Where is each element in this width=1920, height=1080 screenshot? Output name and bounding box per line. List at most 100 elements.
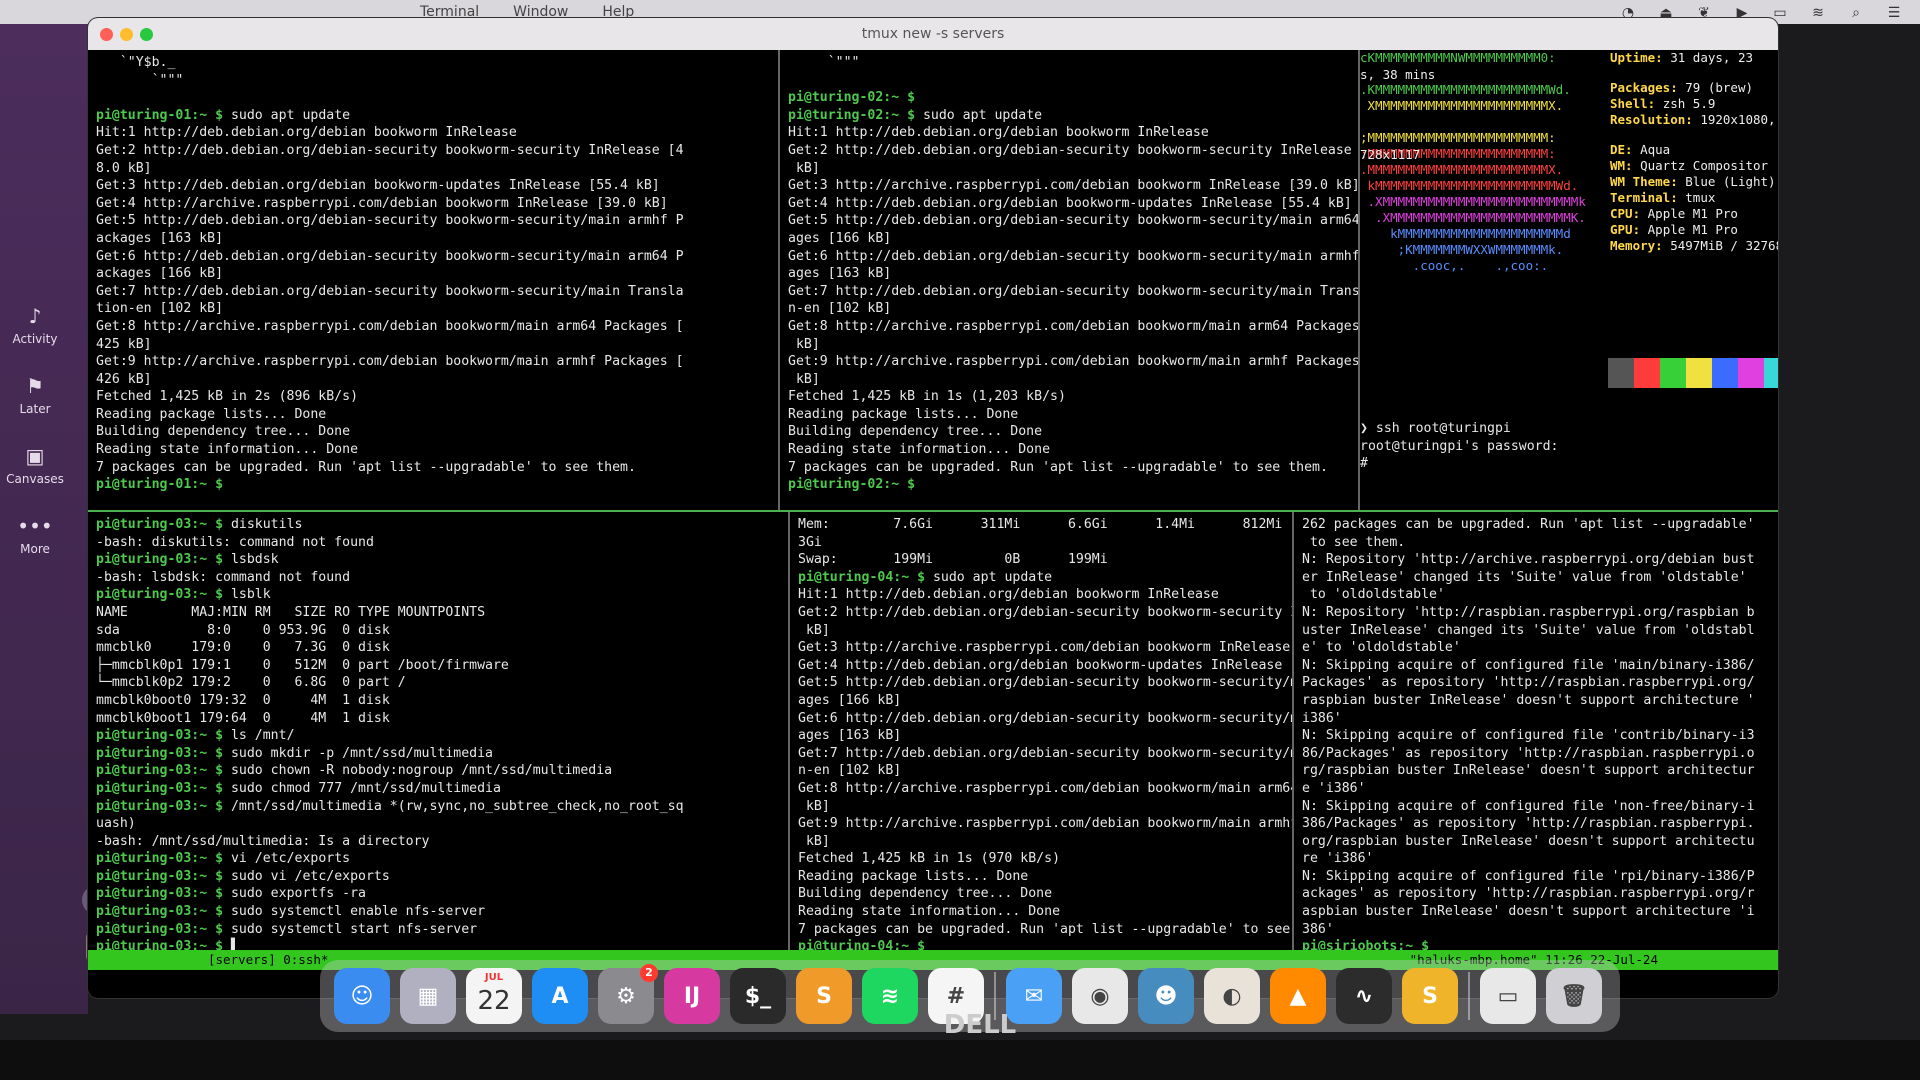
trash-icon: 🗑 bbox=[1560, 983, 1588, 1009]
dock-sublime-text[interactable]: S bbox=[796, 968, 852, 1024]
shell-prompt: pi@turing-02:~ $ bbox=[788, 107, 916, 123]
terminal-line: 8.0 kB] bbox=[96, 160, 152, 176]
terminal-line: pi@turing-03:~ $ sudo systemctl enable n… bbox=[96, 904, 486, 920]
shell-prompt: pi@turing-03:~ $ bbox=[96, 517, 224, 532]
terminal-line: Fetched 1,425 kB in 1s (1,203 kB/s) bbox=[788, 389, 1066, 405]
play-icon[interactable]: ▶ bbox=[1734, 5, 1750, 21]
wifi-icon[interactable]: ≋ bbox=[1810, 5, 1826, 21]
pane-siriobots[interactable]: 262 packages can be upgraded. Run 'apt l… bbox=[1294, 512, 1778, 950]
terminal-line: 386/Packages' as repository 'http://rasp… bbox=[1302, 816, 1755, 832]
info-key: Terminal: bbox=[1610, 190, 1678, 205]
terminal-line: N: Skipping acquire of configured file '… bbox=[1302, 728, 1755, 744]
logo-line: .MMMMMMMMMMMMMMMMMMMMMMMMX. bbox=[1360, 162, 1564, 177]
shell-prompt: pi@turing-03:~ $ bbox=[96, 798, 224, 814]
terminal-line: 3Gi bbox=[798, 534, 822, 550]
minimize-button[interactable] bbox=[120, 28, 133, 41]
terminal-line: pi@turing-01:~ $ sudo apt update bbox=[96, 107, 351, 123]
terminal-line: pi@turing-03:~ $ sudo mkdir -p /mnt/ssd/… bbox=[96, 745, 493, 761]
terminal-line: Reading package lists... Done bbox=[788, 406, 1019, 422]
pane-turing-01[interactable]: `"Y$b._ `""" pi@turing-01:~ $ sudo apt up… bbox=[88, 50, 778, 510]
dock-folder[interactable]: ▭ bbox=[1480, 968, 1536, 1024]
sidebar-item-more[interactable]: ••• More bbox=[0, 514, 70, 556]
search-icon[interactable]: ⌕ bbox=[1848, 5, 1864, 21]
terminal-line: 7 packages can be upgraded. Run 'apt lis… bbox=[798, 921, 1292, 937]
battery-icon[interactable]: ▭ bbox=[1772, 5, 1788, 21]
info-value: 5497MiB / 32768M bbox=[1670, 238, 1778, 253]
terminal-line: pi@turing-03:~ $ sudo chown -R nobody:no… bbox=[96, 763, 613, 779]
session-window-list[interactable]: [servers] 0:ssh* bbox=[208, 950, 328, 970]
logo-line: kMMMMMMMMMMMMMMMMMMMMMMMMWd. bbox=[1360, 178, 1579, 193]
terminal-line: Get:9 http://archive.raspberrypi.com/deb… bbox=[788, 354, 1358, 370]
terminal-line: Get:5 http://deb.debian.org/debian-secur… bbox=[788, 213, 1358, 229]
terminal-line: Get:6 http://deb.debian.org/debian-secur… bbox=[96, 248, 684, 264]
dock-vlc[interactable]: ▲ bbox=[1270, 968, 1326, 1024]
terminal-line: Get:2 http://deb.debian.org/debian-secur… bbox=[788, 142, 1358, 158]
dock-launchpad[interactable]: ▦ bbox=[400, 968, 456, 1024]
dock-spotify[interactable]: ≋ bbox=[862, 968, 918, 1024]
dock-sequel-pro[interactable]: ◐ bbox=[1204, 968, 1260, 1024]
dock-activity-monitor[interactable]: ∿ bbox=[1336, 968, 1392, 1024]
sublime-text-icon: S bbox=[816, 983, 832, 1009]
sidebar-item-canvases[interactable]: ▣ Canvases bbox=[0, 444, 70, 486]
terminal-line: 386' bbox=[1302, 921, 1334, 937]
terminal-line: ❯ ssh root@turingpi bbox=[1360, 421, 1511, 436]
dock-system-settings[interactable]: ⚙ 2 bbox=[598, 964, 658, 1024]
pane-turing-02[interactable]: `""" pi@turing-02:~ $ pi@turing-02:~ $ sud… bbox=[780, 50, 1358, 510]
terminal-line: raspbian buster InRelease' doesn't suppo… bbox=[1302, 692, 1755, 708]
status-icon[interactable]: ◔ bbox=[1620, 5, 1636, 21]
upload-icon[interactable]: ⏏ bbox=[1658, 5, 1674, 21]
info-value: Quartz Compositor bbox=[1640, 158, 1769, 173]
godot-icon: ☻ bbox=[1154, 983, 1178, 1009]
terminal-line: Packages' as repository 'http://raspbian… bbox=[1302, 675, 1755, 691]
terminal-line: Get:8 http://archive.raspberrypi.com/deb… bbox=[96, 318, 684, 334]
shell-prompt: pi@turing-03:~ $ bbox=[96, 552, 224, 568]
terminal-line: -bash: /mnt/ssd/multimedia: Is a directo… bbox=[96, 833, 430, 849]
dock-app-store[interactable]: A bbox=[532, 968, 588, 1024]
pane-turing-04[interactable]: Mem: 7.6Gi 311Mi 6.6Gi 1.4Mi 812Mi 7. 3Gi… bbox=[790, 512, 1292, 950]
feather-icon[interactable]: ❦ bbox=[1696, 5, 1712, 21]
dock-sublime-merge[interactable]: S bbox=[1402, 968, 1458, 1024]
dock-finder[interactable]: ☺ bbox=[334, 968, 390, 1024]
pane-neofetch[interactable]: cKMMMMMMMMMMNWMMMMMMMMMM0: .KMMMMMMMMMMMM… bbox=[1360, 50, 1778, 510]
pane-turing-03[interactable]: pi@turing-03:~ $ diskutils -bash: diskuti… bbox=[88, 512, 788, 950]
info-row: CPU: Apple M1 Pro bbox=[1610, 206, 1778, 222]
logo-line: ;MMMMMMMMMMMMMMMMMMMMMMMM: bbox=[1360, 130, 1556, 145]
shell-prompt: pi@turing-03:~ $ bbox=[96, 763, 224, 779]
sidebar-item-activity[interactable]: ♪ Activity bbox=[0, 304, 70, 346]
color-swatch bbox=[1764, 358, 1778, 388]
terminal-line: pi@turing-03:~ $ vi /etc/exports bbox=[96, 851, 351, 867]
terminal-line: aspbian buster InRelease' doesn't suppor… bbox=[1302, 904, 1755, 920]
dock-calendar[interactable]: JUL 22 bbox=[466, 968, 522, 1024]
terminal-line: Get:9 http://archive.raspberrypi.com/deb… bbox=[96, 354, 684, 370]
info-value: tmux bbox=[1685, 190, 1716, 205]
dock-terminal[interactable]: $_ bbox=[730, 968, 786, 1024]
terminal-line: Get:8 http://archive.raspberrypi.com/deb… bbox=[798, 780, 1292, 796]
dock-godot[interactable]: ☻ bbox=[1138, 968, 1194, 1024]
terminal-line: Get:2 http://deb.debian.org/debian-secur… bbox=[798, 604, 1292, 620]
terminal-line: Get:9 http://archive.raspberrypi.com/deb… bbox=[798, 816, 1292, 832]
control-center-icon[interactable]: ☰ bbox=[1886, 5, 1902, 21]
terminal-line: `""" bbox=[788, 55, 860, 70]
sidebar-item-later[interactable]: ⚑ Later bbox=[0, 374, 70, 416]
logo-line: .XMMMMMMMMMMMMMMMMMMMMMMMMMMk bbox=[1360, 194, 1586, 209]
intellij-icon: IJ bbox=[683, 983, 701, 1009]
terminal-line: i386' bbox=[1302, 710, 1342, 726]
dock-trash[interactable]: 🗑 bbox=[1546, 968, 1602, 1024]
terminal-line: # bbox=[1360, 456, 1368, 472]
dock-chrome[interactable]: ◉ bbox=[1072, 968, 1128, 1024]
info-key: Memory: bbox=[1610, 238, 1663, 253]
dock-intellij[interactable]: IJ bbox=[664, 968, 720, 1024]
color-swatch bbox=[1738, 358, 1764, 388]
color-swatch bbox=[1686, 358, 1712, 388]
terminal-line: er InRelease' changed its 'Suite' value … bbox=[1302, 569, 1747, 585]
shell-prompt: pi@turing-03:~ $ bbox=[96, 728, 224, 744]
tmux-session[interactable]: `"Y$b._ `""" pi@turing-01:~ $ sudo apt up… bbox=[88, 50, 1778, 950]
chrome-icon: ◉ bbox=[1090, 983, 1110, 1009]
zoom-button[interactable] bbox=[140, 28, 153, 41]
folder-icon: ▭ bbox=[1497, 983, 1519, 1009]
sidebar-item-label: Activity bbox=[12, 332, 58, 346]
terminal-line: n-en [102 kB] bbox=[798, 763, 902, 779]
close-button[interactable] bbox=[100, 28, 113, 41]
terminal-line: uster InRelease' changed its 'Suite' val… bbox=[1302, 622, 1755, 638]
